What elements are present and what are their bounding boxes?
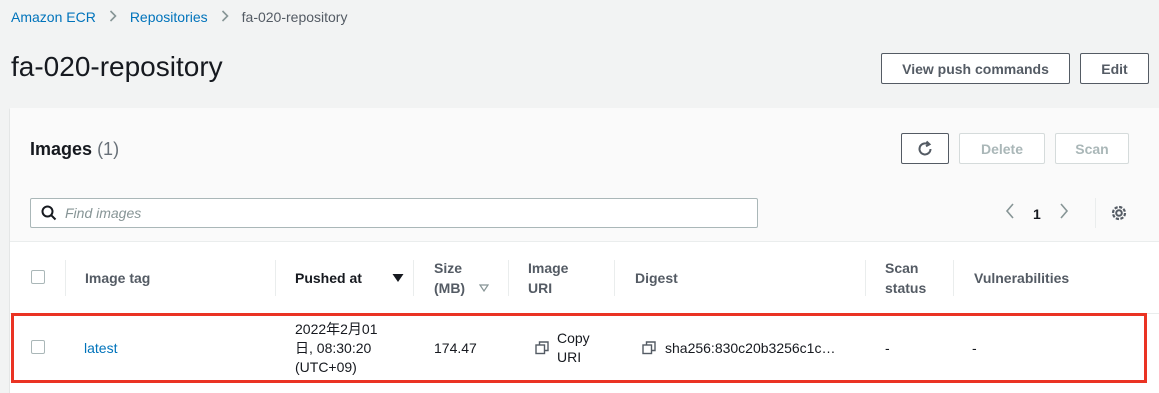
page-title: fa-020-repository — [11, 51, 223, 82]
chevron-left-icon[interactable] — [1004, 202, 1016, 225]
sort-descending-icon — [392, 273, 404, 282]
column-header-vulnerabilities: Vulnerabilities — [974, 269, 1070, 286]
search-input[interactable] — [65, 205, 745, 221]
column-header-digest: Digest — [635, 269, 678, 286]
scan-label-line2: status — [885, 279, 927, 296]
size-label-line1: Size — [434, 259, 463, 276]
scan-button[interactable]: Scan — [1055, 133, 1129, 164]
pager-divider — [1095, 198, 1096, 228]
chevron-right-icon — [109, 9, 117, 25]
view-push-commands-button[interactable]: View push commands — [881, 53, 1070, 84]
images-count: (1) — [97, 139, 120, 159]
refresh-button[interactable] — [901, 133, 949, 164]
column-divider — [614, 260, 615, 296]
images-title: Images — [30, 139, 93, 159]
pagination: 1 — [1004, 202, 1070, 225]
column-divider — [865, 260, 866, 296]
breadcrumb-current: fa-020-repository — [241, 9, 348, 25]
edit-button[interactable]: Edit — [1080, 53, 1149, 84]
uri-label-line2: URI — [528, 279, 553, 296]
sort-icon — [479, 283, 490, 292]
chevron-right-icon[interactable] — [1058, 202, 1070, 225]
column-divider — [65, 260, 66, 296]
column-header-scan-status: Scan status — [885, 242, 926, 313]
uri-label-line1: Image — [528, 259, 569, 276]
column-divider — [508, 260, 509, 296]
settings-gear-icon[interactable] — [1109, 203, 1129, 228]
column-divider — [953, 260, 954, 296]
pushed-at-label: Pushed at — [295, 269, 362, 286]
column-header-image-uri: Image URI — [528, 242, 568, 313]
highlight-annotation-box — [11, 313, 1147, 383]
size-label-line2: (MB) — [434, 279, 466, 296]
search-icon — [41, 205, 57, 221]
page-number[interactable]: 1 — [1033, 206, 1041, 222]
column-divider — [275, 260, 276, 296]
select-all-checkbox[interactable] — [31, 270, 45, 284]
column-header-pushed-at[interactable]: Pushed at — [295, 242, 404, 313]
breadcrumb: Amazon ECR Repositories fa-020-repositor… — [11, 9, 347, 25]
delete-button[interactable]: Delete — [959, 133, 1045, 164]
column-divider — [413, 260, 414, 296]
breadcrumb-repositories[interactable]: Repositories — [130, 9, 208, 25]
scan-label-line1: Scan — [885, 259, 919, 276]
column-header-image-tag[interactable]: Image tag — [85, 242, 150, 313]
refresh-icon — [918, 140, 932, 155]
search-box — [30, 198, 758, 228]
column-header-size[interactable]: Size (MB) — [434, 242, 490, 313]
breadcrumb-amazon-ecr[interactable]: Amazon ECR — [11, 9, 96, 25]
chevron-right-icon — [221, 9, 229, 25]
images-heading: Images (1) — [30, 139, 119, 160]
